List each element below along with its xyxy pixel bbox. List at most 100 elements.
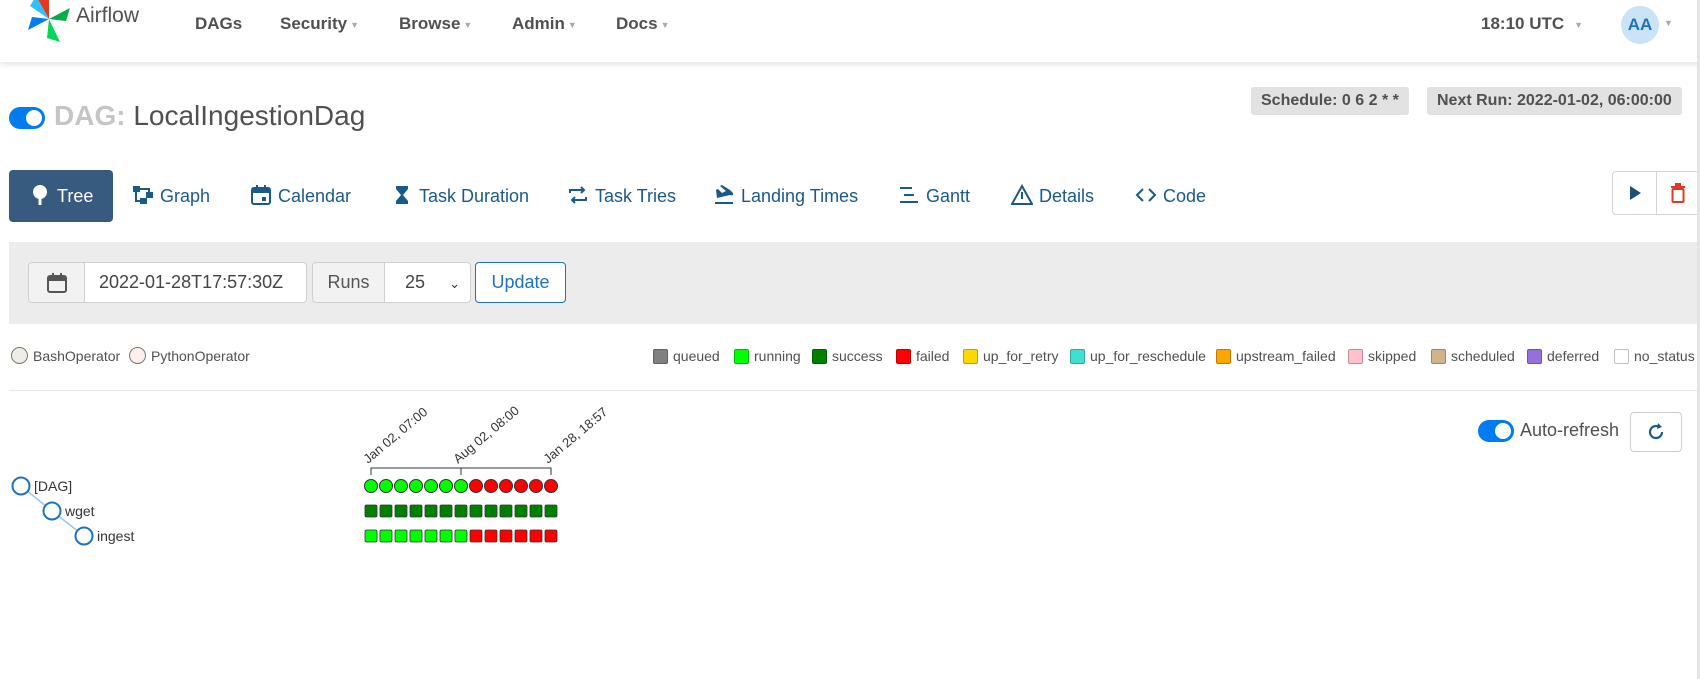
task-instance-square[interactable]: [529, 529, 543, 543]
delete-dag-button[interactable]: [1656, 172, 1699, 214]
operator-legend-bash: BashOperator: [11, 347, 120, 364]
state-swatch: [653, 348, 668, 364]
dag-prefix: DAG:: [54, 100, 126, 131]
task-instance-square[interactable]: [454, 529, 468, 543]
date-picker-button[interactable]: [28, 262, 85, 303]
state-swatch: [1216, 348, 1231, 364]
state-label: queued: [673, 348, 720, 364]
nav-security[interactable]: Security ▼: [280, 14, 359, 34]
task-instance-square[interactable]: [544, 529, 558, 543]
base-date-input[interactable]: 2022-01-28T17:57:30Z: [84, 262, 307, 303]
dag-run-circle[interactable]: [424, 479, 438, 493]
date-label: Jan 28, 18:57: [540, 404, 610, 466]
task-instance-square[interactable]: [409, 529, 423, 543]
state-legend-no-status: no_status: [1614, 348, 1695, 364]
trigger-dag-button[interactable]: [1613, 172, 1656, 214]
nav-admin[interactable]: Admin ▼: [512, 14, 577, 34]
refresh-button[interactable]: [1630, 412, 1682, 452]
retry-icon: [569, 186, 587, 204]
task-instance-square[interactable]: [544, 504, 558, 518]
dag-run-circle[interactable]: [499, 479, 513, 493]
auto-refresh-toggle[interactable]: [1478, 420, 1514, 442]
date-label: Jan 02, 07:00: [360, 404, 430, 466]
dag-run-circle[interactable]: [439, 479, 453, 493]
nav-dags-label: DAGs: [195, 14, 243, 33]
nav-docs[interactable]: Docs ▼: [616, 14, 670, 34]
task-instance-square[interactable]: [514, 504, 528, 518]
nav-docs-label: Docs: [616, 14, 658, 33]
airflow-logo[interactable]: Airflow: [26, 0, 146, 44]
tree-node-wget[interactable]: [42, 501, 62, 521]
task-instance-square[interactable]: [514, 529, 528, 543]
tab-calendar-label: Calendar: [278, 186, 352, 206]
state-legend-failed: failed: [896, 348, 949, 364]
tab-graph[interactable]: Graph: [132, 170, 210, 222]
dag-run-circle[interactable]: [514, 479, 528, 493]
runs-select[interactable]: 25 ⌄: [384, 262, 471, 303]
task-instance-square[interactable]: [469, 529, 483, 543]
tree-node-ingest[interactable]: [74, 526, 94, 546]
tab-details[interactable]: Details: [1011, 170, 1094, 222]
auto-refresh-label: Auto-refresh: [1520, 420, 1620, 440]
chevron-down-icon[interactable]: ▼: [1664, 18, 1673, 28]
task-instance-square[interactable]: [394, 529, 408, 543]
task-instance-square[interactable]: [454, 504, 468, 518]
task-instance-square[interactable]: [394, 504, 408, 518]
tree-controls: 2022-01-28T17:57:30Z Runs 25 ⌄ Update: [9, 242, 1700, 324]
state-swatch: [812, 348, 827, 364]
tab-code[interactable]: Code: [1135, 170, 1206, 222]
hourglass-icon: [396, 186, 408, 204]
tab-tree[interactable]: Tree: [9, 170, 114, 222]
state-label: upstream_failed: [1236, 348, 1336, 364]
tab-details-label: Details: [1039, 186, 1095, 206]
task-instance-square[interactable]: [364, 504, 378, 518]
tab-task-duration-label: Task Duration: [419, 186, 530, 206]
dag-run-circle[interactable]: [394, 479, 408, 493]
dag-run-circle[interactable]: [409, 479, 423, 493]
task-instance-square[interactable]: [484, 529, 498, 543]
dag-run-circle[interactable]: [529, 479, 543, 493]
tree-label-wget: wget: [64, 503, 95, 519]
dag-run-circle[interactable]: [454, 479, 468, 493]
dag-actions: [1612, 171, 1700, 215]
tab-landing-times[interactable]: Landing Times: [713, 170, 858, 222]
dag-pause-toggle[interactable]: [9, 107, 45, 129]
task-instance-square[interactable]: [484, 504, 498, 518]
tab-task-tries[interactable]: Task Tries: [567, 170, 676, 222]
dag-run-circle[interactable]: [364, 479, 378, 493]
play-icon: [1629, 186, 1641, 200]
task-instance-square[interactable]: [409, 504, 423, 518]
task-instance-square[interactable]: [439, 504, 453, 518]
tab-calendar[interactable]: Calendar: [250, 170, 351, 222]
task-instance-square[interactable]: [529, 504, 543, 518]
tab-gantt-label: Gantt: [926, 186, 971, 206]
dag-run-circle[interactable]: [379, 479, 393, 493]
dag-run-circle[interactable]: [484, 479, 498, 493]
update-button[interactable]: Update: [475, 262, 566, 303]
task-instance-square[interactable]: [499, 529, 513, 543]
task-instance-square[interactable]: [424, 504, 438, 518]
task-instance-square[interactable]: [469, 504, 483, 518]
dag-run-circle[interactable]: [469, 479, 483, 493]
state-swatch: [1070, 348, 1085, 364]
utc-clock[interactable]: 18:10 UTC ▼: [1481, 14, 1583, 34]
nav-security-label: Security: [280, 14, 348, 33]
tab-gantt[interactable]: Gantt: [898, 170, 970, 222]
tab-task-duration[interactable]: Task Duration: [391, 170, 529, 222]
dag-run-circle[interactable]: [544, 479, 558, 493]
state-swatch: [1348, 348, 1363, 364]
task-instance-square[interactable]: [364, 529, 378, 543]
tree-node-dag[interactable]: [11, 476, 31, 496]
tree-label-ingest: ingest: [97, 528, 134, 544]
tab-tree-label: Tree: [57, 186, 94, 206]
task-instance-square[interactable]: [379, 504, 393, 518]
user-avatar[interactable]: AA: [1621, 6, 1659, 44]
state-legend-queued: queued: [653, 348, 720, 364]
nav-browse[interactable]: Browse ▼: [399, 14, 472, 34]
task-instance-square[interactable]: [499, 504, 513, 518]
task-instance-square[interactable]: [439, 529, 453, 543]
tab-landing-times-label: Landing Times: [741, 186, 859, 206]
nav-dags[interactable]: DAGs: [195, 14, 242, 34]
task-instance-square[interactable]: [379, 529, 393, 543]
task-instance-square[interactable]: [424, 529, 438, 543]
